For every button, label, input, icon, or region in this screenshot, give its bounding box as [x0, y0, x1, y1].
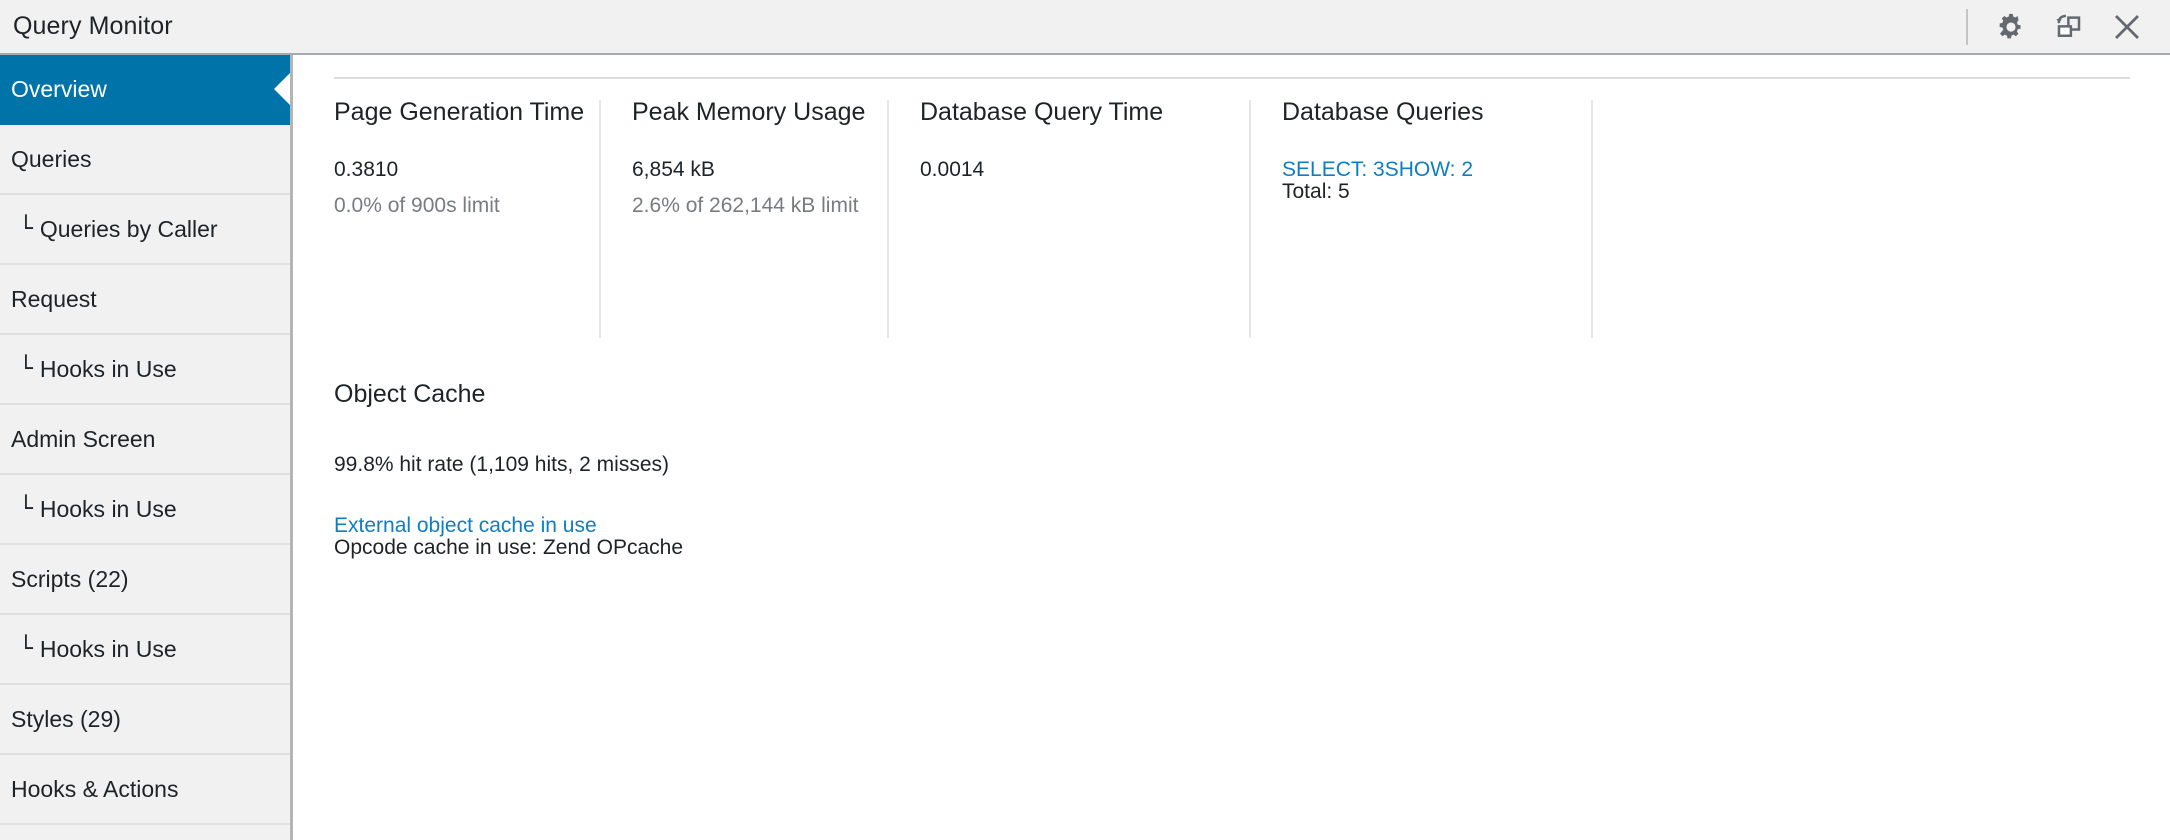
sidebar-item-label: Admin Screen: [11, 428, 155, 451]
sidebar-item-request[interactable]: Request: [0, 265, 290, 335]
sidebar-item-queries-by-caller[interactable]: └ Queries by Caller: [0, 195, 290, 265]
content-top-divider: [334, 77, 2130, 79]
sidebar-item-label: Hooks in Use: [40, 638, 177, 661]
sidebar-item-label: Queries by Caller: [40, 218, 218, 241]
settings-button[interactable]: [1982, 0, 2040, 53]
overview-panel-peak-memory-usage: Peak Memory Usage 6,854 kB 2.6% of 262,144…: [601, 100, 889, 338]
panel-heading: Page Generation Time: [334, 100, 571, 125]
sidebar-item-queries[interactable]: Queries: [0, 125, 290, 195]
sidebar-item-styles-29[interactable]: Styles (29): [0, 685, 290, 755]
main-content: Page Generation Time 0.3810 0.0% of 900s l…: [293, 55, 2170, 840]
overview-panel-database-query-time: Database Query Time 0.0014: [889, 100, 1251, 338]
restore-position-button[interactable]: [2040, 0, 2098, 53]
sidebar-item-label: Queries: [11, 148, 92, 171]
sidebar-item-scripts-22[interactable]: Scripts (22): [0, 545, 290, 615]
sidebar-item-admin-screen[interactable]: Admin Screen: [0, 405, 290, 475]
panel-title: Query Monitor: [0, 14, 173, 39]
sidebar-item-label: Overview: [11, 78, 107, 101]
sidebar-item-label: Hooks in Use: [40, 498, 177, 521]
sidebar-subitem-marker: └: [19, 218, 33, 241]
panel-heading: Peak Memory Usage: [632, 100, 859, 125]
sidebar-item-hooks-actions[interactable]: Hooks & Actions: [0, 755, 290, 825]
sidebar-item-label: Styles (29): [11, 708, 121, 731]
panel-value: 6,854 kB: [632, 159, 859, 180]
panel-heading: Database Query Time: [920, 100, 1221, 125]
titlebar-divider: [1966, 9, 1968, 45]
sidebar-subitem-marker: └: [19, 638, 33, 661]
sidebar-item-hooks-in-use[interactable]: └ Hooks in Use: [0, 335, 290, 405]
close-button[interactable]: [2098, 0, 2156, 53]
sidebar-item-label: Scripts (22): [11, 568, 129, 591]
query-total-value: Total: 5: [1282, 181, 1563, 202]
titlebar: Query Monitor: [0, 0, 2170, 55]
sidebar-item-overview[interactable]: Overview: [0, 55, 290, 125]
sidebar-item-label: Request: [11, 288, 97, 311]
sidebar-item-hooks-in-use[interactable]: └ Hooks in Use: [0, 615, 290, 685]
titlebar-actions: [1966, 0, 2170, 53]
object-cache-hit-rate: 99.8% hit rate (1,109 hits, 2 misses): [334, 454, 2170, 475]
gear-icon: [1996, 12, 2026, 42]
query-type-link[interactable]: SHOW: 2: [1385, 158, 1473, 181]
sidebar-item-item-11[interactable]: [0, 825, 290, 840]
panel-limit-note: 2.6% of 262,144 kB limit: [632, 195, 859, 216]
sidebar-subitem-marker: └: [19, 358, 33, 381]
overview-panel-page-generation-time: Page Generation Time 0.3810 0.0% of 900s l…: [334, 100, 601, 338]
close-icon: [2112, 12, 2142, 42]
object-cache-section: Object Cache 99.8% hit rate (1,109 hits,…: [293, 382, 2170, 558]
sidebar-item-label: Hooks in Use: [40, 358, 177, 381]
sidebar-item-hooks-in-use[interactable]: └ Hooks in Use: [0, 475, 290, 545]
panel-body: Overview Queries └ Queries by Caller Request…: [0, 55, 2170, 840]
sidebar-subitem-marker: └: [19, 498, 33, 521]
query-type-link[interactable]: SELECT: 3: [1282, 158, 1385, 181]
panel-limit-note: 0.0% of 900s limit: [334, 195, 571, 216]
panel-value: 0.3810: [334, 159, 571, 180]
opcode-cache-status: Opcode cache in use: Zend OPcache: [334, 537, 2170, 558]
panel-heading: Database Queries: [1282, 100, 1563, 125]
panel-value: 0.0014: [920, 159, 1221, 180]
external-object-cache-link[interactable]: External object cache in use: [334, 514, 597, 537]
sidebar-item-label: Hooks & Actions: [11, 778, 178, 801]
object-cache-title: Object Cache: [334, 382, 2170, 407]
sidebar: Overview Queries └ Queries by Caller Request…: [0, 55, 293, 840]
restore-panel-icon: [2054, 12, 2084, 42]
overview-panel-database-queries: Database Queries SELECT: 3SHOW: 2Total: 5: [1251, 100, 1593, 338]
overview-panels: Page Generation Time 0.3810 0.0% of 900s l…: [293, 100, 2170, 338]
query-monitor-panel: Query Monitor: [0, 0, 2170, 840]
